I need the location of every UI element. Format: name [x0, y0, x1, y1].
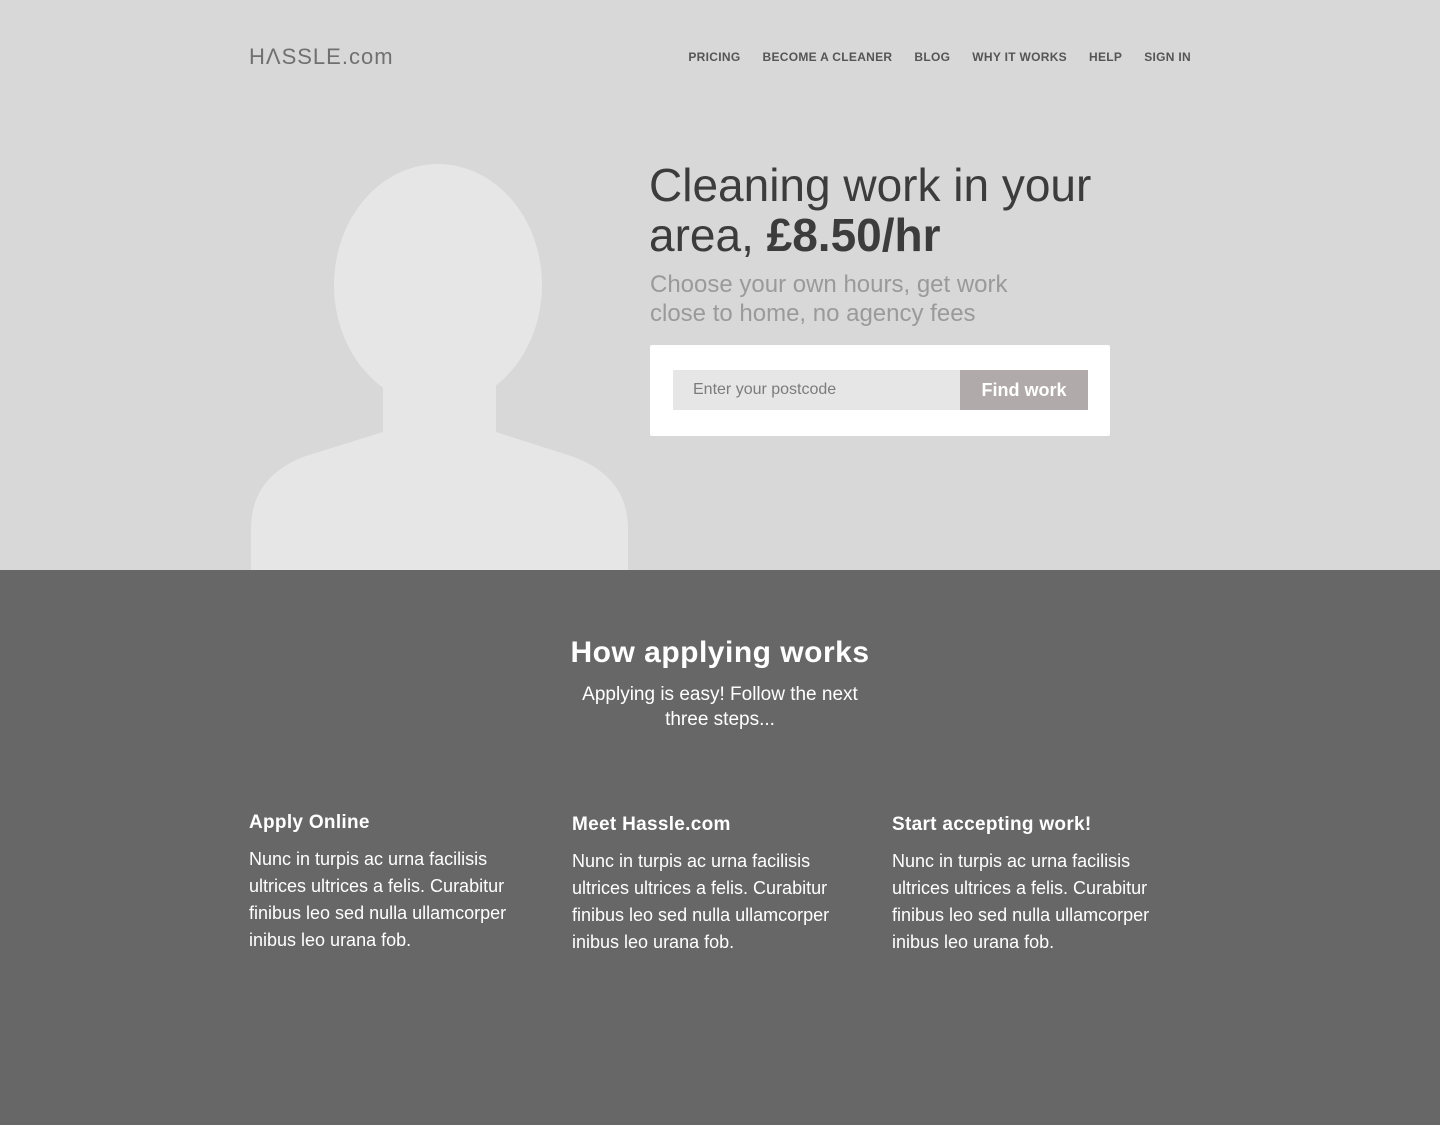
step-title: Start accepting work!	[892, 814, 1092, 835]
person-silhouette-icon	[251, 164, 628, 570]
how-it-works-section: How applying works Applying is easy! Fol…	[0, 570, 1440, 1125]
step-description: Nunc in turpis ac urna facilisis ultrice…	[572, 851, 830, 952]
step-title: Meet Hassle.com	[572, 814, 731, 835]
main-nav: PRICING BECOME A CLEANER BLOG WHY IT WOR…	[688, 50, 1191, 64]
nav-item-why-it-works[interactable]: WHY IT WORKS	[972, 50, 1067, 64]
nav-item-help[interactable]: HELP	[1089, 50, 1122, 64]
nav-item-become-a-cleaner[interactable]: BECOME A CLEANER	[762, 50, 892, 64]
hero-text: Cleaning work in your area, £8.50/hr Cho…	[649, 160, 1129, 328]
step-start-accepting-work: Start accepting work! Nunc in turpis ac …	[892, 814, 1192, 956]
postcode-input[interactable]	[673, 370, 960, 410]
headline-price: £8.50/hr	[766, 209, 941, 261]
find-work-button[interactable]: Find work	[960, 370, 1088, 410]
step-meet-hassle: Meet Hassle.com Nunc in turpis ac urna f…	[572, 814, 872, 956]
hero-section: HΛSSLE.com PRICING BECOME A CLEANER BLOG…	[0, 0, 1440, 570]
step-apply-online: Apply Online Nunc in turpis ac urna faci…	[249, 812, 549, 954]
step-title: Apply Online	[249, 812, 370, 833]
step-description: Nunc in turpis ac urna facilisis ultrice…	[892, 851, 1150, 952]
section-subtitle: Applying is easy! Follow the next three …	[582, 684, 858, 730]
nav-item-blog[interactable]: BLOG	[914, 50, 950, 64]
section-title: How applying works	[570, 636, 870, 669]
hero-headline: Cleaning work in your area, £8.50/hr	[649, 160, 1129, 260]
nav-item-sign-in[interactable]: SIGN IN	[1144, 50, 1191, 64]
hero-subheadline: Choose your own hours, get work close to…	[650, 271, 1008, 327]
nav-item-pricing[interactable]: PRICING	[688, 50, 740, 64]
step-description: Nunc in turpis ac urna facilisis ultrice…	[249, 849, 507, 950]
logo[interactable]: HΛSSLE.com	[249, 44, 394, 70]
